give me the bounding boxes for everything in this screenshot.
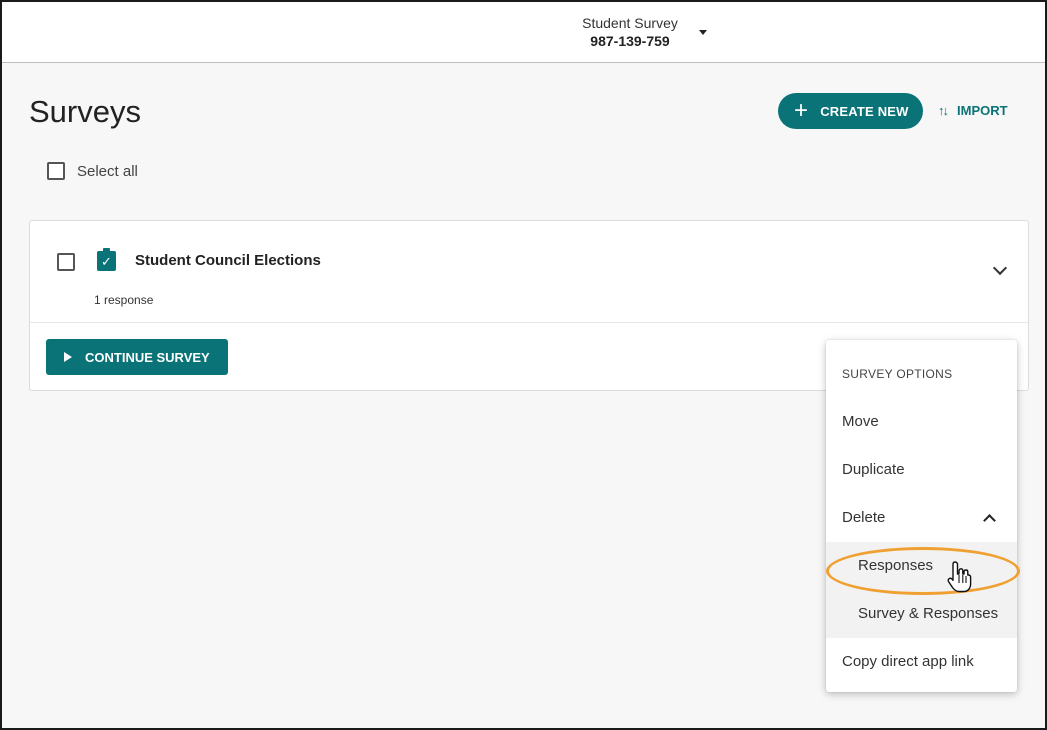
page-title: Surveys [29,94,141,129]
import-label: IMPORT [957,103,1008,118]
survey-checkbox[interactable] [57,253,75,271]
menu-item-copy-link[interactable]: Copy direct app link [842,653,974,670]
project-name: Student Survey [582,15,678,31]
select-all-label: Select all [77,162,138,180]
card-divider [30,322,1028,323]
clipboard-check-icon: ✓ [97,248,116,271]
menu-item-delete-survey-responses[interactable]: Survey & Responses [858,605,998,622]
chevron-down-icon[interactable] [699,30,707,35]
select-all[interactable]: Select all [47,162,138,180]
survey-options-menu: SURVEY OPTIONS Move Duplicate Delete Res… [826,340,1017,692]
swap-icon: ↑↓ [938,103,949,118]
survey-title[interactable]: Student Council Elections [135,252,321,269]
menu-item-move[interactable]: Move [842,413,879,430]
continue-survey-button[interactable]: CONTINUE SURVEY [46,339,228,375]
project-selector[interactable]: Student Survey 987-139-759 [573,15,687,50]
hand-cursor-icon [947,561,972,593]
app-window: Student Survey 987-139-759 Surveys + CRE… [0,0,1047,730]
import-button[interactable]: ↑↓ IMPORT [938,103,1008,118]
survey-response-count: 1 response [94,293,154,307]
menu-item-duplicate[interactable]: Duplicate [842,461,905,478]
highlight-annotation [826,547,1020,595]
create-new-label: CREATE NEW [820,103,909,119]
project-code: 987-139-759 [590,33,670,49]
menu-header: SURVEY OPTIONS [842,367,953,381]
menu-item-delete[interactable]: Delete [842,509,885,526]
create-new-button[interactable]: + CREATE NEW [778,93,923,129]
play-icon [64,352,72,362]
continue-survey-label: CONTINUE SURVEY [85,349,210,365]
plus-icon: + [794,97,809,124]
select-all-checkbox[interactable] [47,162,65,180]
chevron-down-icon[interactable] [992,260,1008,276]
chevron-up-icon[interactable] [983,514,996,527]
top-bar: Student Survey 987-139-759 [2,2,1045,63]
